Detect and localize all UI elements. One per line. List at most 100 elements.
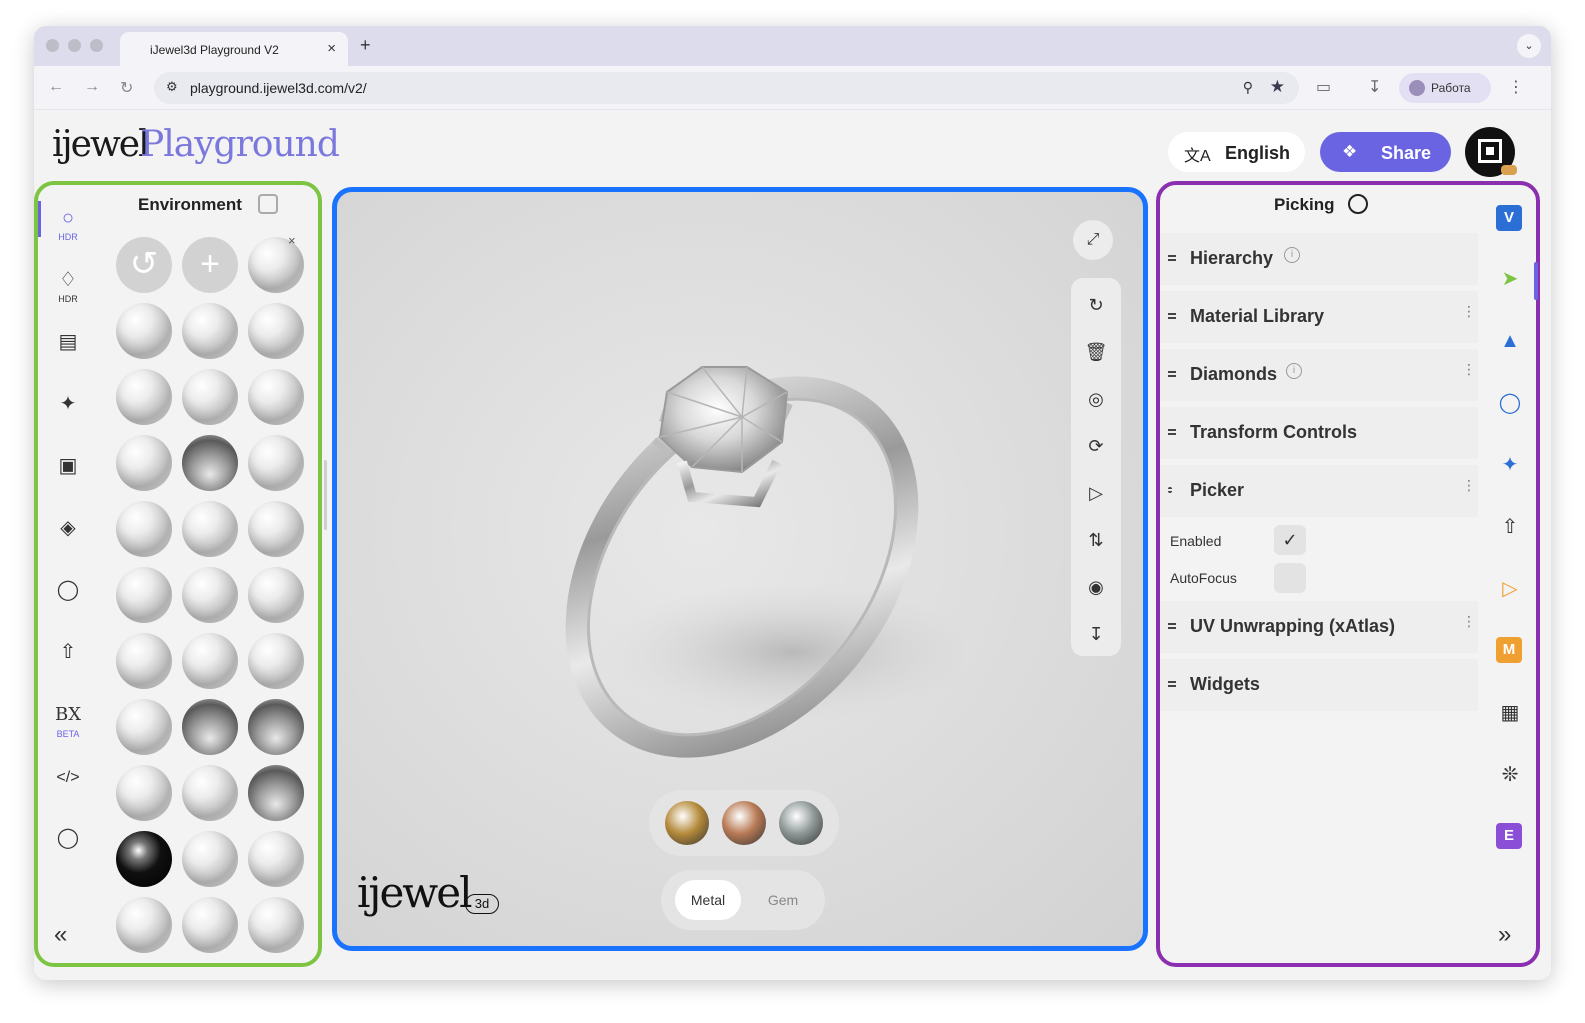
- rail-background[interactable]: ▤: [50, 327, 86, 367]
- zoom-icon[interactable]: ⚲: [1243, 79, 1253, 96]
- section-transform-controls[interactable]: Transform Controls: [1160, 407, 1478, 459]
- drag-handle-icon[interactable]: [1168, 681, 1176, 687]
- section-material-library[interactable]: Material Library ⋮: [1160, 291, 1478, 343]
- bookmark-star-icon[interactable]: ★: [1270, 77, 1285, 97]
- forward-arrow-icon[interactable]: →: [84, 78, 100, 96]
- sparkle-icon[interactable]: ✦: [1496, 451, 1524, 479]
- focus-target-icon[interactable]: ◎: [1071, 384, 1121, 414]
- collapse-right-icon[interactable]: »: [1498, 921, 1511, 949]
- user-avatar[interactable]: [1465, 127, 1517, 177]
- environment-settings-icon[interactable]: [258, 194, 278, 214]
- environment-thumbnail[interactable]: [248, 501, 304, 557]
- window-maximize-dot[interactable]: [90, 39, 103, 52]
- rail-ground[interactable]: ◈: [50, 513, 86, 553]
- section-hierarchy[interactable]: Hierarchy i: [1160, 233, 1478, 285]
- 3d-viewport[interactable]: ⤢ ↻ 🗑 ◎ ⟳ ▷ ⇅ ◉ ↧ Metal Gem ijewel 3d: [332, 187, 1148, 951]
- environment-thumbnail[interactable]: [182, 699, 238, 755]
- shapes-icon[interactable]: ▲: [1496, 327, 1524, 355]
- address-bar[interactable]: ⚙ playground.ijewel3d.com/v2/ ⚲ ★: [154, 72, 1299, 104]
- environment-thumbnail[interactable]: [116, 567, 172, 623]
- logo-playground[interactable]: Playground: [140, 124, 340, 165]
- more-options-icon[interactable]: ⋮: [1462, 361, 1476, 378]
- rail-scene[interactable]: ▣: [50, 451, 86, 491]
- environment-thumbnail[interactable]: [116, 897, 172, 953]
- environment-thumbnail[interactable]: [182, 633, 238, 689]
- more-options-icon[interactable]: ⋮: [1462, 613, 1476, 630]
- environment-thumbnail[interactable]: [182, 567, 238, 623]
- share-button[interactable]: ❖ Share: [1320, 132, 1451, 172]
- reset-environment-button[interactable]: ↺: [116, 237, 172, 293]
- download-icon[interactable]: ↧: [1071, 619, 1121, 649]
- metal-swatch-rose-gold[interactable]: [722, 801, 766, 845]
- grid-icon[interactable]: ▦: [1496, 699, 1524, 727]
- search-icon[interactable]: [1348, 194, 1368, 214]
- section-diamonds[interactable]: Diamonds i ⋮: [1160, 349, 1478, 401]
- expanded-handle-icon[interactable]: [1168, 487, 1172, 493]
- environment-thumbnail[interactable]: [116, 633, 172, 689]
- environment-thumbnail[interactable]: [248, 369, 304, 425]
- back-arrow-icon[interactable]: ←: [48, 78, 64, 96]
- export-icon[interactable]: ⇧: [1496, 513, 1524, 541]
- environment-thumbnail[interactable]: [182, 303, 238, 359]
- e-plugin-icon[interactable]: E: [1496, 823, 1522, 849]
- m-plugin-icon[interactable]: M: [1496, 637, 1522, 663]
- window-close-dot[interactable]: [46, 39, 59, 52]
- ring-model[interactable]: [542, 312, 962, 772]
- more-options-icon[interactable]: ⋮: [1462, 303, 1476, 320]
- turntable-icon[interactable]: ⇅: [1071, 525, 1121, 555]
- autofocus-checkbox[interactable]: [1274, 563, 1306, 593]
- url-text[interactable]: playground.ijewel3d.com/v2/: [190, 80, 367, 96]
- play-icon[interactable]: ▷: [1071, 478, 1121, 508]
- metal-swatch-silver[interactable]: [779, 801, 823, 845]
- picking-cursor-icon[interactable]: ➤: [1496, 265, 1524, 293]
- environment-thumbnail[interactable]: [116, 435, 172, 491]
- environment-thumbnail[interactable]: [116, 765, 172, 821]
- profile-button[interactable]: Работа: [1399, 73, 1491, 103]
- camera-icon[interactable]: ◉: [1071, 572, 1121, 602]
- site-settings-icon[interactable]: ⚙: [166, 79, 178, 95]
- extensions-puzzle-icon[interactable]: ▭: [1316, 77, 1331, 97]
- rail-upload[interactable]: ⇧: [50, 637, 86, 677]
- metal-swatch-gold[interactable]: [665, 801, 709, 845]
- environment-scrollbar[interactable]: [324, 460, 327, 530]
- environment-thumbnail[interactable]: [182, 501, 238, 557]
- environment-thumbnail[interactable]: [182, 369, 238, 425]
- rail-effects[interactable]: ✦: [50, 389, 86, 429]
- environment-thumbnail[interactable]: [248, 435, 304, 491]
- plugins-puzzle-icon[interactable]: ❊: [1496, 761, 1524, 789]
- refresh-circle-icon[interactable]: ◯: [1496, 389, 1524, 417]
- drag-handle-icon[interactable]: [1168, 429, 1176, 435]
- play-icon[interactable]: ▷: [1496, 575, 1524, 603]
- rail-models[interactable]: ◯: [50, 575, 86, 615]
- reset-camera-icon[interactable]: ↻: [1071, 290, 1121, 320]
- environment-thumbnail[interactable]: [248, 237, 304, 293]
- environment-thumbnail[interactable]: [248, 633, 304, 689]
- rail-hdr-gem[interactable]: ♢ HDR: [50, 265, 86, 305]
- environment-thumbnail[interactable]: [116, 831, 172, 887]
- fullscreen-icon[interactable]: ⤢: [1073, 220, 1113, 260]
- new-tab-button[interactable]: +: [360, 35, 371, 56]
- environment-thumbnail[interactable]: [182, 831, 238, 887]
- tab-metal[interactable]: Metal: [675, 880, 741, 920]
- language-button[interactable]: 文A English: [1168, 132, 1305, 172]
- section-picker[interactable]: Picker ⋮: [1160, 465, 1478, 517]
- section-uv-unwrapping[interactable]: UV Unwrapping (xAtlas) ⋮: [1160, 601, 1478, 653]
- section-widgets[interactable]: Widgets: [1160, 659, 1478, 711]
- environment-thumbnail[interactable]: [248, 567, 304, 623]
- drag-handle-icon[interactable]: [1168, 371, 1176, 377]
- environment-thumbnail[interactable]: [116, 303, 172, 359]
- more-options-icon[interactable]: ⋮: [1462, 477, 1476, 494]
- environment-thumbnail[interactable]: [248, 765, 304, 821]
- tab-list-chevron-icon[interactable]: ⌄: [1517, 34, 1541, 58]
- reload-icon[interactable]: ↻: [120, 78, 133, 98]
- environment-thumbnail[interactable]: [248, 831, 304, 887]
- tab-close-icon[interactable]: ×: [327, 40, 336, 57]
- info-icon[interactable]: i: [1284, 247, 1300, 263]
- drag-handle-icon[interactable]: [1168, 623, 1176, 629]
- add-environment-button[interactable]: +: [182, 237, 238, 293]
- environment-thumbnail[interactable]: [248, 303, 304, 359]
- remove-environment-icon[interactable]: ×: [288, 233, 296, 248]
- trash-icon[interactable]: 🗑: [1071, 337, 1121, 367]
- environment-thumbnail[interactable]: [116, 501, 172, 557]
- environment-thumbnail[interactable]: [116, 369, 172, 425]
